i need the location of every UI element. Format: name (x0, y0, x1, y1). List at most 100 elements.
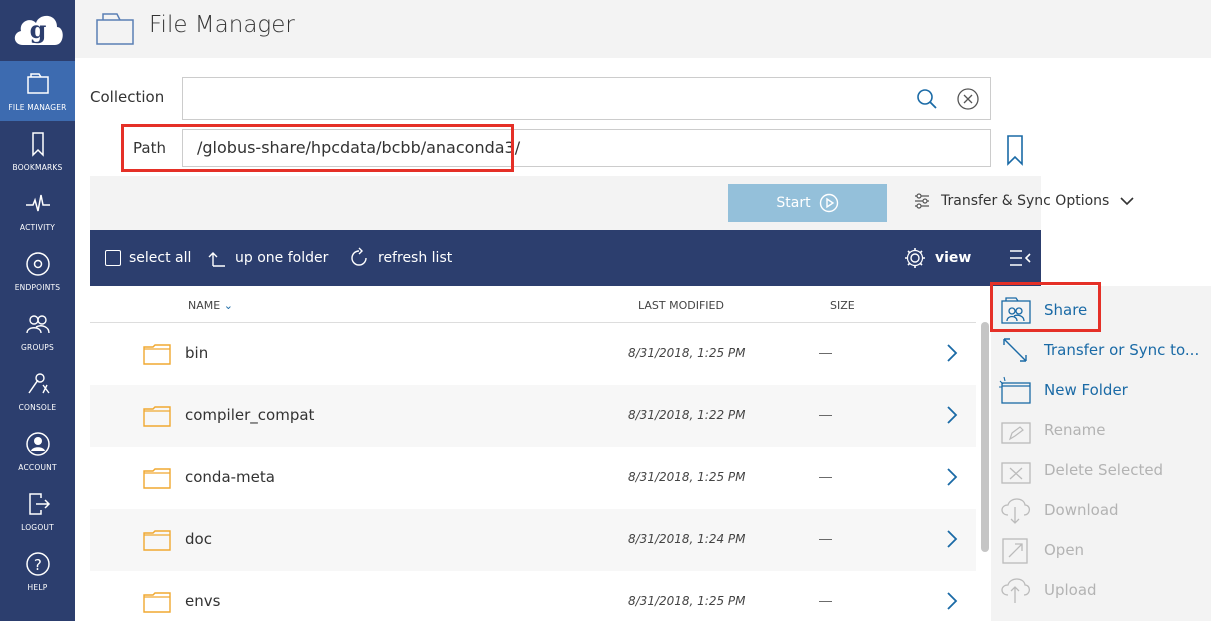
chevron-down-icon (1120, 197, 1134, 206)
file-size: — (819, 407, 832, 422)
sidebar-item-label: ACTIVITY (19, 222, 56, 232)
sidebar-item-logout[interactable]: LOGOUT (0, 481, 75, 541)
file-name: envs (185, 592, 221, 610)
bookmark-icon (31, 131, 44, 157)
up-folder-button[interactable]: up one folder (207, 230, 328, 286)
search-icon[interactable] (916, 88, 938, 110)
sidebar-item-activity[interactable]: ACTIVITY (0, 181, 75, 241)
transfer-arrow-icon (1003, 338, 1027, 362)
up-folder-label: up one folder (235, 250, 329, 266)
gear-icon (905, 248, 925, 268)
file-row[interactable]: doc 8/31/2018, 1:24 PM — (90, 509, 976, 571)
sidebar: g FILE MANAGER BOOKMARKS ACTIVITY ENDPOI… (0, 0, 75, 621)
folder-icon (143, 406, 171, 427)
refresh-icon (351, 247, 367, 266)
file-manager-icon (96, 13, 134, 45)
transfer-sync-action[interactable]: Transfer or Sync to... (998, 332, 1199, 368)
svg-text:?: ? (33, 556, 41, 574)
collection-label: Collection (90, 88, 165, 106)
new-folder-label: New Folder (1044, 381, 1128, 399)
endpoint-icon (25, 251, 50, 276)
sidebar-item-file-manager[interactable]: FILE MANAGER (0, 61, 75, 121)
folder-icon (143, 592, 171, 613)
play-circle-icon (819, 193, 838, 213)
file-size: — (819, 593, 832, 608)
rename-action[interactable]: Rename (998, 412, 1106, 448)
share-action[interactable]: Share (998, 292, 1087, 328)
file-row[interactable]: envs 8/31/2018, 1:25 PM — (90, 571, 976, 621)
sidebar-item-label: BOOKMARKS (12, 162, 63, 172)
sidebar-item-endpoints[interactable]: ENDPOINTS (0, 241, 75, 301)
upload-action[interactable]: Upload (998, 572, 1097, 608)
refresh-label: refresh list (378, 250, 453, 266)
file-name: doc (185, 530, 212, 548)
start-label: Start (776, 195, 811, 211)
delete-action[interactable]: Delete Selected (998, 452, 1163, 488)
open-icon (1002, 538, 1028, 564)
chevron-right-icon[interactable] (946, 343, 958, 363)
upload-icon (1001, 578, 1031, 603)
panel-toggle-icon[interactable] (1008, 248, 1032, 268)
folder-icon (143, 344, 171, 365)
transfer-options-toggle[interactable]: Transfer & Sync Options (913, 192, 1135, 210)
select-all-checkbox[interactable] (105, 250, 121, 266)
chevron-right-icon[interactable] (946, 529, 958, 549)
column-size[interactable]: SIZE (830, 299, 855, 312)
open-label: Open (1044, 541, 1085, 559)
sidebar-item-label: FILE MANAGER (8, 102, 67, 112)
groups-icon (25, 314, 50, 333)
delete-label: Delete Selected (1044, 461, 1164, 479)
select-all-label: select all (129, 250, 192, 266)
new-folder-action[interactable]: New Folder (998, 372, 1128, 408)
chevron-right-icon[interactable] (946, 591, 958, 611)
file-size: — (819, 531, 832, 546)
new-folder-icon (999, 376, 1031, 404)
refresh-button[interactable]: refresh list (348, 230, 452, 286)
file-name: compiler_compat (185, 406, 315, 424)
select-all-button[interactable]: select all (105, 230, 191, 286)
file-row[interactable]: bin 8/31/2018, 1:25 PM — (90, 323, 976, 385)
sidebar-item-groups[interactable]: GROUPS (0, 301, 75, 361)
open-action[interactable]: Open (998, 532, 1084, 568)
bookmark-path-icon[interactable] (1006, 134, 1024, 166)
file-name: conda-meta (185, 468, 275, 486)
file-modified: 8/31/2018, 1:25 PM (628, 594, 746, 608)
file-name: bin (185, 344, 209, 362)
transfer-bar (90, 176, 1041, 230)
file-modified: 8/31/2018, 1:25 PM (628, 346, 746, 360)
sidebar-item-label: ENDPOINTS (14, 282, 61, 292)
chevron-right-icon[interactable] (946, 405, 958, 425)
logout-icon (28, 492, 50, 515)
sidebar-item-label: GROUPS (21, 342, 54, 352)
sidebar-item-console[interactable]: CONSOLE (0, 361, 75, 421)
file-list-header: NAME ⌄ LAST MODIFIED SIZE (90, 286, 976, 323)
sidebar-item-bookmarks[interactable]: BOOKMARKS (0, 121, 75, 181)
file-row[interactable]: conda-meta 8/31/2018, 1:25 PM — (90, 447, 976, 509)
download-label: Download (1044, 501, 1119, 519)
file-modified: 8/31/2018, 1:22 PM (628, 408, 746, 422)
download-icon (1001, 498, 1031, 524)
file-row[interactable]: compiler_compat 8/31/2018, 1:22 PM — (90, 385, 976, 447)
share-icon (1001, 297, 1031, 324)
rename-icon (1001, 422, 1031, 444)
chevron-right-icon[interactable] (946, 467, 958, 487)
collection-input[interactable] (182, 77, 991, 120)
delete-icon (1001, 462, 1031, 484)
download-action[interactable]: Download (998, 492, 1119, 528)
clear-icon[interactable] (957, 88, 979, 110)
sliders-icon (915, 193, 929, 209)
sidebar-item-help[interactable]: ? HELP (0, 541, 75, 601)
sidebar-item-label: HELP (27, 582, 48, 592)
file-list-scrollbar[interactable] (981, 322, 989, 552)
transfer-sync-label: Transfer or Sync to... (1044, 341, 1200, 359)
globus-logo-icon: g (14, 15, 63, 45)
column-modified[interactable]: LAST MODIFIED (638, 299, 724, 312)
file-size: — (819, 345, 832, 360)
file-modified: 8/31/2018, 1:25 PM (628, 470, 746, 484)
globus-logo[interactable]: g (0, 0, 75, 60)
start-button[interactable]: Start (728, 184, 887, 222)
view-button[interactable]: view (903, 230, 971, 286)
sidebar-item-account[interactable]: ACCOUNT (0, 421, 75, 481)
column-name[interactable]: NAME ⌄ (188, 299, 233, 312)
path-input[interactable]: /globus-share/hpcdata/bcbb/anaconda3/ (182, 129, 991, 167)
